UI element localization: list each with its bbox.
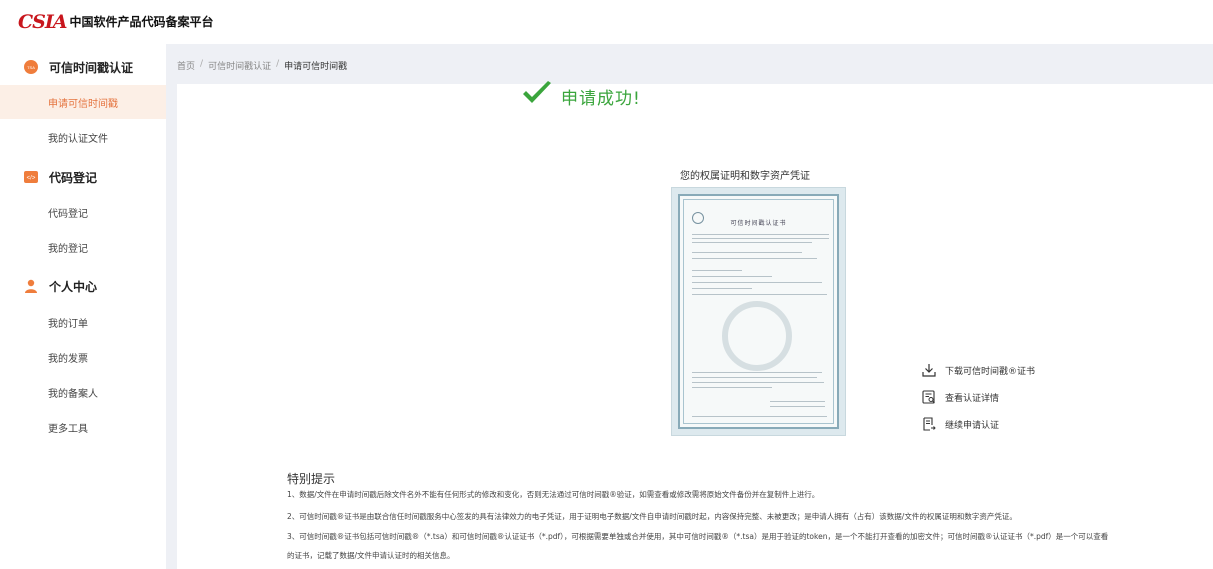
notice-title: 特别提示 xyxy=(287,472,336,486)
notice-paragraph-4: 的证书，记载了数据/文件申请认证时的相关信息。 xyxy=(287,551,455,560)
cert-text-line xyxy=(692,276,772,277)
cert-text-line xyxy=(692,416,827,417)
sidebar-group-label: 个人中心 xyxy=(49,279,98,294)
sidebar-group-label: 可信时间戳认证 xyxy=(49,60,134,75)
sidebar-item-my-filers[interactable]: 我的备案人 xyxy=(0,375,166,409)
top-bar: CSIA 中国软件产品代码备案平台 xyxy=(0,0,1213,44)
breadcrumb: 首页 / 可信时间戳认证 / 申请可信时间戳 xyxy=(177,59,347,72)
document-arrow-icon xyxy=(922,417,936,431)
breadcrumb-parent[interactable]: 可信时间戳认证 xyxy=(208,59,271,72)
cert-text-line xyxy=(770,401,825,402)
certificate-preview[interactable]: 可信时间戳认证书 xyxy=(671,187,846,436)
cert-text-line xyxy=(692,242,812,243)
success-header: 申请成功! xyxy=(521,80,641,112)
sidebar-item-code-register[interactable]: 代码登记 xyxy=(0,195,166,229)
document-search-icon xyxy=(922,390,936,404)
continue-apply-label: 继续申请认证 xyxy=(945,420,1000,431)
notice-paragraph-2: 2、可信时间戳®证书是由联合信任时间戳服务中心签发的具有法律效力的电子凭证，用于… xyxy=(287,512,1017,521)
cert-text-line xyxy=(692,270,742,271)
sidebar-group-personal[interactable]: 个人中心 xyxy=(0,268,166,304)
sidebar: TSA 可信时间戳认证 申请可信时间戳 我的认证文件 </> 代码登记 代码登记… xyxy=(0,44,166,569)
cert-text-line xyxy=(692,382,824,383)
checkmark-icon xyxy=(521,81,553,111)
user-icon xyxy=(24,279,38,293)
certificate-title: 可信时间戳认证书 xyxy=(730,220,787,227)
tsa-icon: TSA xyxy=(24,60,38,74)
cert-text-line xyxy=(692,234,829,235)
success-title: 申请成功! xyxy=(561,88,641,109)
notice-paragraph-3: 3、可信时间戳®证书包括可信时间戳®（*.tsa）和可信时间戳®认证证书（*.p… xyxy=(287,532,1109,541)
sidebar-item-my-register[interactable]: 我的登记 xyxy=(0,230,166,264)
sidebar-item-my-invoices[interactable]: 我的发票 xyxy=(0,340,166,374)
platform-logo[interactable]: CSIA 中国软件产品代码备案平台 xyxy=(18,12,214,32)
cert-text-line xyxy=(692,387,772,388)
code-icon: </> xyxy=(24,170,38,184)
sidebar-item-my-cert-files[interactable]: 我的认证文件 xyxy=(0,120,166,154)
sidebar-item-apply-timestamp[interactable]: 申请可信时间戳 xyxy=(0,85,166,119)
sidebar-group-label: 代码登记 xyxy=(49,170,98,185)
cert-text-line xyxy=(692,377,817,378)
breadcrumb-current: 申请可信时间戳 xyxy=(284,62,348,72)
svg-text:</>: </> xyxy=(27,176,36,182)
download-icon xyxy=(922,363,936,377)
cert-text-line xyxy=(692,282,822,283)
sidebar-group-tsa[interactable]: TSA 可信时间戳认证 xyxy=(0,49,166,85)
download-certificate-button[interactable]: 下载可信时间戳®证书 xyxy=(922,360,1092,380)
cert-text-line xyxy=(692,288,752,289)
watermark-icon xyxy=(722,301,792,371)
cert-text-line xyxy=(692,238,829,239)
breadcrumb-separator: / xyxy=(200,59,204,69)
cert-text-line xyxy=(770,406,825,407)
cert-text-line xyxy=(692,372,822,373)
breadcrumb-home[interactable]: 首页 xyxy=(177,59,195,72)
sidebar-group-code[interactable]: </> 代码登记 xyxy=(0,159,166,195)
continue-apply-button[interactable]: 继续申请认证 xyxy=(922,414,1092,434)
cert-text-line xyxy=(692,294,827,295)
sidebar-item-more-tools[interactable]: 更多工具 xyxy=(0,410,166,444)
success-subtitle: 您的权属证明和数字资产凭证 xyxy=(680,171,810,182)
breadcrumb-separator: / xyxy=(276,59,280,69)
view-details-button[interactable]: 查看认证详情 xyxy=(922,387,1092,407)
cert-text-line xyxy=(692,252,802,253)
special-notice: 特别提示 1、数据/文件在申请时间戳后除文件名外不能有任何形式的修改和变化，否则… xyxy=(287,470,1207,560)
cert-text-line xyxy=(692,258,817,259)
csia-logo-mark: CSIA xyxy=(18,11,67,33)
view-details-label: 查看认证详情 xyxy=(945,393,1000,404)
certificate-frame: 可信时间戳认证书 xyxy=(678,194,839,429)
svg-text:TSA: TSA xyxy=(27,65,35,70)
platform-name: 中国软件产品代码备案平台 xyxy=(69,15,214,29)
sidebar-item-my-orders[interactable]: 我的订单 xyxy=(0,305,166,339)
download-certificate-label: 下载可信时间戳®证书 xyxy=(945,366,1036,377)
notice-paragraph-1: 1、数据/文件在申请时间戳后除文件名外不能有任何形式的修改和变化，否则无法通过可… xyxy=(287,490,820,499)
